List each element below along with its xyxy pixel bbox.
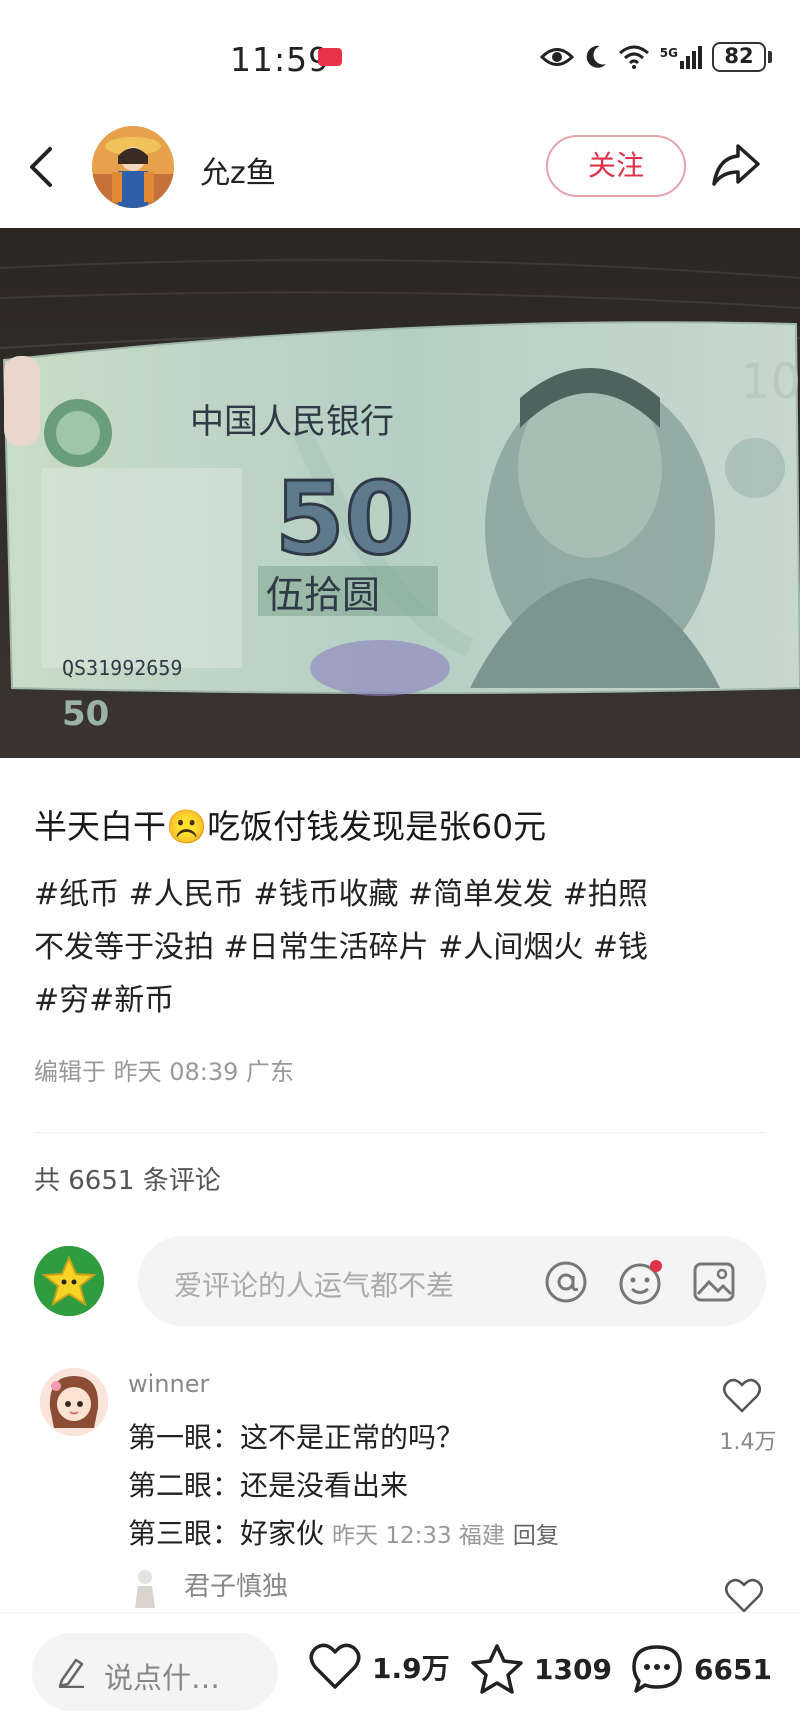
- svg-text:50: 50: [62, 694, 109, 734]
- image-icon[interactable]: [692, 1260, 736, 1308]
- commenter-name[interactable]: winner: [128, 1370, 209, 1398]
- network-type: 5G: [659, 45, 678, 60]
- chevron-left-icon: [30, 147, 52, 187]
- my-avatar[interactable]: [34, 1246, 104, 1316]
- denomination-text: 50: [275, 460, 414, 577]
- like-button[interactable]: 1.9万: [308, 1643, 450, 1691]
- status-time: 11:59: [230, 40, 331, 79]
- like-count: 1.9万: [372, 1652, 450, 1685]
- author-avatar[interactable]: [92, 126, 174, 208]
- bottom-action-bar: 说点什… 1.9万 1309 6651: [0, 1612, 800, 1733]
- comment-button[interactable]: 6651: [630, 1643, 772, 1695]
- heart-icon: [309, 1643, 361, 1689]
- moon-icon: [586, 45, 606, 68]
- heart-icon: [725, 1578, 763, 1613]
- battery-tip: [768, 51, 772, 63]
- post-tags-line[interactable]: 不发等于没拍 #日常生活碎片 #人间烟火 #钱: [34, 921, 774, 974]
- star-icon: [471, 1644, 523, 1694]
- post-title: 半天白干☹️吃饭付钱发现是张60元: [34, 807, 547, 846]
- comment-line: 第二眼：还是没看出来: [128, 1469, 409, 1502]
- comment-line: 第三眼：好家伙 昨天 12:33 福建 回复: [128, 1510, 559, 1560]
- comment-line-text: 第三眼：好家伙: [128, 1517, 325, 1550]
- status-icons: 5G 82: [539, 42, 772, 72]
- commenter-avatar[interactable]: [40, 1368, 108, 1436]
- eye-icon: [539, 48, 574, 66]
- signal-icon: 5G: [659, 45, 702, 69]
- mention-icon[interactable]: [544, 1260, 588, 1308]
- serial-number-text: QS31992659: [62, 656, 182, 680]
- comment-input-placeholder: 爱评论的人运气都不差: [174, 1269, 455, 1302]
- share-button[interactable]: [710, 142, 762, 192]
- back-button[interactable]: [28, 146, 54, 192]
- comment-input[interactable]: 爱评论的人运气都不差: [138, 1236, 766, 1326]
- author-name[interactable]: 允z鱼: [200, 148, 276, 192]
- status-bar: 11:59 5G 82: [0, 0, 800, 110]
- comment-bubble-icon: [632, 1645, 682, 1693]
- pencil-icon: [58, 1658, 84, 1688]
- post-header: 允z鱼 关注: [0, 118, 800, 216]
- say-something-input[interactable]: 说点什…: [32, 1633, 278, 1711]
- emoji-icon[interactable]: [618, 1260, 664, 1310]
- post-tags-line[interactable]: #穷#新币: [34, 974, 774, 1027]
- divider: [34, 1132, 766, 1133]
- comment-like-count: 1.4万: [719, 1430, 777, 1455]
- denomination-chinese-text: 伍拾圆: [266, 573, 380, 617]
- follow-button[interactable]: 关注: [546, 135, 686, 197]
- comment-body[interactable]: 第一眼：这不是正常的吗？ 第二眼：还是没看出来 第三眼：好家伙 昨天 12:33 …: [128, 1414, 559, 1560]
- post-tags: #纸币 #人民币 #钱币收藏 #简单发发 #拍照 不发等于没拍 #日常生活碎片 …: [34, 868, 774, 1027]
- collect-button[interactable]: 1309: [470, 1643, 612, 1695]
- reply-button[interactable]: 回复: [513, 1523, 559, 1549]
- comment-line: 第一眼：这不是正常的吗？: [128, 1421, 465, 1454]
- comment-meta: 昨天 12:33 福建: [332, 1523, 505, 1549]
- post-tags-line[interactable]: #纸币 #人民币 #钱币收藏 #简单发发 #拍照: [34, 868, 774, 921]
- collect-count: 1309: [534, 1652, 612, 1686]
- post-photo[interactable]: 中国人民银行 50 伍拾圆 QS31992659 50 10: [0, 228, 800, 758]
- battery-indicator: 82: [712, 42, 766, 72]
- wifi-icon: [618, 45, 649, 69]
- heart-icon: [723, 1378, 761, 1413]
- bank-name-text: 中国人民银行: [190, 402, 394, 442]
- app-notification-icon: [318, 48, 342, 66]
- reply-author-name[interactable]: 君子慎独: [184, 1566, 288, 1603]
- svg-text:10: 10: [740, 354, 800, 410]
- share-icon: [712, 144, 760, 186]
- say-something-placeholder: 说点什…: [104, 1661, 221, 1695]
- reply-avatar[interactable]: [132, 1568, 158, 1608]
- post-meta: 编辑于 昨天 08:39 广东: [34, 1058, 295, 1086]
- banknote-photo: 中国人民银行 50 伍拾圆 QS31992659 50 10: [0, 228, 800, 758]
- comment-total: 6651: [694, 1652, 772, 1686]
- comment-like-button[interactable]: [722, 1378, 762, 1418]
- comment-count: 共 6651 条评论: [34, 1166, 221, 1196]
